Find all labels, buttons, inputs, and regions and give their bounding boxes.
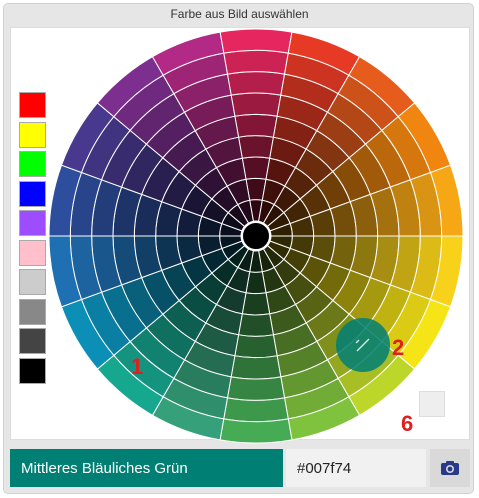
wheel-cell[interactable] [219,418,293,444]
callout-2: 2 [392,335,405,360]
wheel-cell[interactable] [234,113,278,138]
callout-6: 6 [401,411,414,436]
wheel-cell[interactable] [241,156,271,180]
wheel-cell[interactable] [226,376,286,401]
wheel-cell[interactable] [223,397,289,423]
wheel-cell[interactable] [234,334,278,359]
wheel-center[interactable] [241,221,271,251]
hex-input[interactable]: #007f74 [286,449,426,487]
color-preview [419,391,445,417]
wheel-cell[interactable] [237,313,275,337]
wheel-cell[interactable] [223,49,289,75]
wheel-cell[interactable] [230,355,282,380]
wheel-cell[interactable] [230,92,282,117]
color-selector[interactable] [336,318,390,372]
camera-icon [441,461,459,475]
wheel-cell[interactable] [226,71,286,96]
wheel-cell[interactable] [219,28,293,54]
camera-button[interactable] [430,449,470,487]
color-name-field: Mittleres Bläuliches Grün [10,449,283,487]
wheel-cell[interactable] [241,292,271,316]
callout-1: 1 [131,354,144,379]
wheel-cell[interactable] [237,135,275,159]
